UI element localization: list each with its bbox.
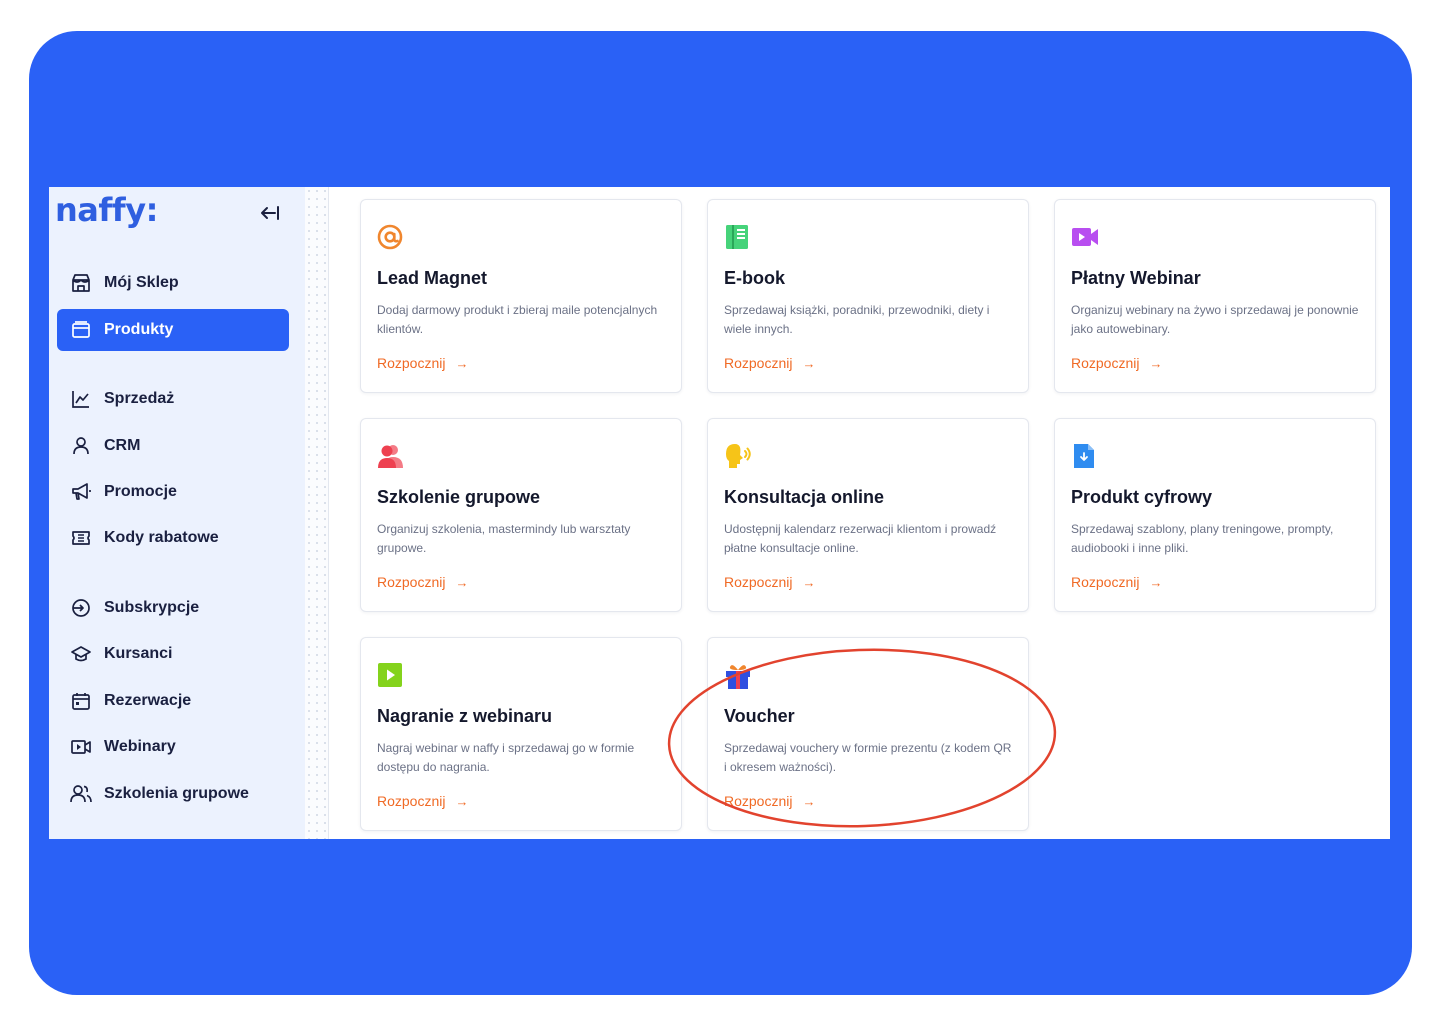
- sidebar-item-label: Mój Sklep: [104, 274, 179, 291]
- product-card-konsultacja-online[interactable]: Konsultacja online Udostępnij kalendarz …: [707, 418, 1029, 612]
- card-description: Sprzedawaj szablony, plany treningowe, p…: [1071, 522, 1334, 555]
- play-icon: [377, 662, 403, 688]
- sidebar-item-produkty[interactable]: Produkty: [57, 309, 289, 351]
- arrow-right-icon: →: [802, 793, 816, 809]
- sidebar-item-rezerwacje[interactable]: Rezerwacje: [57, 680, 289, 722]
- at-sign-icon: [377, 224, 403, 250]
- sidebar-item-label: Szkolenia grupowe: [104, 785, 249, 802]
- sidebar-item-szkolenia-grupowe[interactable]: Szkolenia grupowe: [57, 773, 289, 815]
- product-card-produkt-cyfrowy[interactable]: Produkt cyfrowy Sprzedawaj szablony, pla…: [1054, 418, 1376, 612]
- card-title: Produkt cyfrowy: [1071, 487, 1213, 507]
- start-link[interactable]: Rozpocznij →: [724, 355, 815, 371]
- start-link[interactable]: Rozpocznij →: [724, 793, 815, 809]
- sidebar-item-moj-sklep[interactable]: Mój Sklep: [57, 262, 289, 304]
- sidebar-item-crm[interactable]: CRM: [57, 425, 289, 467]
- chart-line-icon: [69, 387, 93, 411]
- collapse-left-icon: [261, 206, 279, 220]
- app-window: naffy: Mój Sklep Produkty Sprzedaż CRM P…: [49, 187, 1390, 839]
- card-title: Nagranie z webinaru: [377, 706, 553, 726]
- sidebar-item-label: Kody rabatowe: [104, 529, 219, 546]
- file-download-icon: [1071, 443, 1097, 469]
- product-card-ebook[interactable]: E-book Sprzedawaj książki, poradniki, pr…: [707, 199, 1029, 393]
- card-title: Konsultacja online: [724, 487, 885, 507]
- start-link-label: Rozpocznij: [377, 355, 446, 371]
- store-icon: [69, 271, 93, 295]
- arrow-right-icon: →: [802, 574, 816, 590]
- card-description: Organizuj webinary na żywo i sprzedawaj …: [1071, 303, 1359, 336]
- card-title: Voucher: [724, 706, 795, 726]
- sidebar-item-kursanci[interactable]: Kursanci: [57, 633, 289, 675]
- card-title: Lead Magnet: [377, 268, 488, 288]
- start-link-label: Rozpocznij: [724, 793, 793, 809]
- start-link-label: Rozpocznij: [377, 793, 446, 809]
- sidebar-item-label: Webinary: [104, 738, 176, 755]
- users-icon: [69, 782, 93, 806]
- product-card-platny-webinar[interactable]: Płatny Webinar Organizuj webinary na żyw…: [1054, 199, 1376, 393]
- arrow-right-icon: →: [802, 355, 816, 371]
- video-camera-icon: [1071, 224, 1098, 250]
- card-description: Dodaj darmowy produkt i zbieraj maile po…: [377, 303, 658, 336]
- sidebar-item-label: Promocje: [104, 483, 177, 500]
- dotted-gutter: [305, 187, 329, 839]
- start-link[interactable]: Rozpocznij →: [377, 793, 468, 809]
- start-link[interactable]: Rozpocznij →: [724, 574, 815, 590]
- gift-icon: [724, 662, 750, 689]
- card-title: Szkolenie grupowe: [377, 487, 541, 507]
- arrow-right-icon: →: [1149, 574, 1163, 590]
- card-description: Udostępnij kalendarz rezerwacji klientom…: [724, 522, 997, 555]
- sidebar-item-subskrypcje[interactable]: Subskrypcje: [57, 587, 289, 629]
- start-link[interactable]: Rozpocznij →: [1071, 355, 1162, 371]
- book-icon: [724, 224, 750, 250]
- sidebar-item-webinary[interactable]: Webinary: [57, 726, 289, 768]
- card-description: Nagraj webinar w naffy i sprzedawaj go w…: [377, 741, 635, 774]
- sidebar-item-label: Subskrypcje: [104, 599, 200, 616]
- sidebar-item-label: CRM: [104, 437, 141, 454]
- sidebar-item-label: Rezerwacje: [104, 692, 192, 709]
- card-description: Sprzedawaj vouchery w formie prezentu (z…: [724, 741, 1012, 774]
- sidebar-item-promocje[interactable]: Promocje: [57, 471, 289, 513]
- sidebar-item-sprzedaz[interactable]: Sprzedaż: [57, 378, 289, 420]
- start-link-label: Rozpocznij: [724, 574, 793, 590]
- ticket-icon: [69, 526, 93, 550]
- card-description: Organizuj szkolenia, mastermindy lub war…: [377, 522, 631, 555]
- start-link-label: Rozpocznij: [1071, 355, 1140, 371]
- product-card-szkolenie-grupowe[interactable]: Szkolenie grupowe Organizuj szkolenia, m…: [360, 418, 682, 612]
- card-description: Sprzedawaj książki, poradniki, przewodni…: [724, 303, 990, 336]
- product-card-lead-magnet[interactable]: Lead Magnet Dodaj darmowy produkt i zbie…: [360, 199, 682, 393]
- user-icon: [69, 434, 93, 458]
- collapse-sidebar-button[interactable]: [257, 201, 283, 225]
- start-link-label: Rozpocznij: [1071, 574, 1140, 590]
- sidebar-item-label: Produkty: [104, 321, 174, 338]
- logo: naffy:: [55, 191, 158, 229]
- arrow-right-icon: →: [455, 574, 469, 590]
- calendar-icon: [69, 689, 93, 713]
- folder-icon: [69, 318, 93, 342]
- start-link[interactable]: Rozpocznij →: [1071, 574, 1162, 590]
- megaphone-icon: [69, 480, 93, 504]
- sidebar-item-label: Kursanci: [104, 645, 173, 662]
- start-link-label: Rozpocznij: [377, 574, 446, 590]
- graduation-cap-icon: [69, 642, 93, 666]
- subscription-icon: [69, 596, 93, 620]
- start-link[interactable]: Rozpocznij →: [377, 574, 468, 590]
- product-card-voucher[interactable]: Voucher Sprzedawaj vouchery w formie pre…: [707, 637, 1029, 831]
- sidebar-item-label: Sprzedaż: [104, 390, 175, 407]
- arrow-right-icon: →: [455, 355, 469, 371]
- start-link-label: Rozpocznij: [724, 355, 793, 371]
- group-icon: [377, 443, 403, 469]
- video-icon: [69, 735, 93, 759]
- arrow-right-icon: →: [455, 793, 469, 809]
- sidebar: naffy: Mój Sklep Produkty Sprzedaż CRM P…: [49, 187, 306, 839]
- sidebar-item-kody-rabatowe[interactable]: Kody rabatowe: [57, 517, 289, 559]
- card-title: E-book: [724, 268, 785, 288]
- start-link[interactable]: Rozpocznij →: [377, 355, 468, 371]
- arrow-right-icon: →: [1149, 355, 1163, 371]
- card-title: Płatny Webinar: [1071, 268, 1201, 288]
- speaking-head-icon: [724, 443, 751, 469]
- product-card-nagranie-z-webinaru[interactable]: Nagranie z webinaru Nagraj webinar w naf…: [360, 637, 682, 831]
